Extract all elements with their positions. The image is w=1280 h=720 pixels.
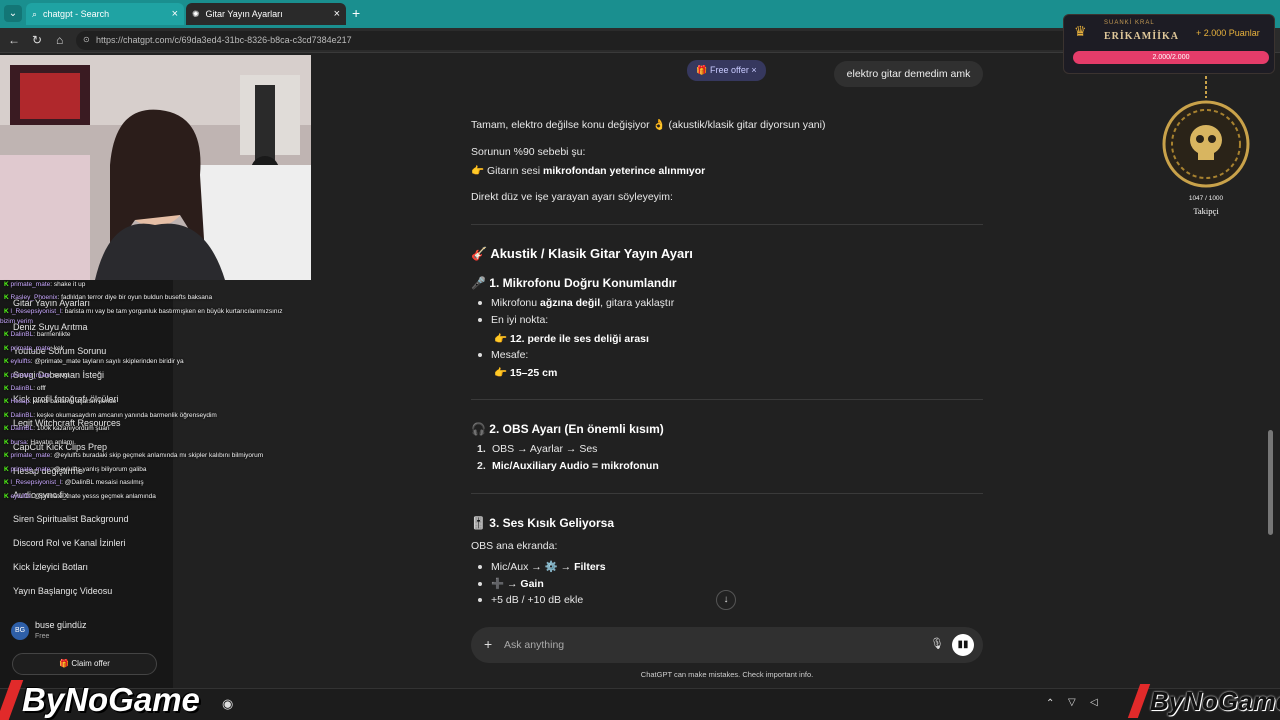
tab-menu-button[interactable]: ⌄ bbox=[4, 5, 22, 22]
chatgpt-icon: ✺ bbox=[192, 8, 200, 19]
url-text: https://chatgpt.com/c/69da3ed4-31bc-8326… bbox=[96, 35, 352, 45]
sidebar-item[interactable]: Legit Witchcraft Resources bbox=[13, 418, 121, 428]
follower-count: 1047 / 1000 bbox=[1188, 195, 1224, 202]
sidebar-item[interactable]: Deniz Suyu Arıtma bbox=[13, 322, 88, 332]
gift-icon: 🎁 bbox=[59, 659, 72, 668]
list-item: +5 dB / +10 dB ekle bbox=[478, 594, 583, 606]
list-item: En iyi nokta: bbox=[478, 314, 548, 326]
bullet-icon bbox=[478, 318, 482, 323]
list-item: 2. Mic/Auxiliary Audio = mikrofonun bbox=[477, 460, 659, 472]
divider bbox=[471, 224, 983, 225]
bynogame-logo-right: ByNoGame bbox=[1150, 686, 1280, 716]
section-title: 🎸 Akustik / Klasik Gitar Yayın Ayarı bbox=[471, 246, 693, 261]
free-offer-badge[interactable]: 🎁 Free offer × bbox=[687, 60, 766, 81]
scroll-down-button[interactable]: ↓ bbox=[716, 590, 736, 610]
gift-icon: 🎁 bbox=[696, 65, 711, 75]
bullet-icon bbox=[478, 565, 482, 570]
list-item: Mesafe: bbox=[478, 349, 528, 361]
sidebar-item[interactable]: Audio sync fix bbox=[13, 490, 69, 500]
top-supporter-alert: ♛ SUANKİ KRAL ERİKAMİİKA + 2.000 Puanlar… bbox=[1063, 14, 1275, 74]
sidebar-item[interactable]: Yayın Başlangıç Videosu bbox=[13, 586, 112, 596]
sidebar-item[interactable]: Sevgi Doberman İsteği bbox=[13, 370, 104, 380]
list-subitem: 👉 15–25 cm bbox=[494, 367, 558, 379]
search-icon: ⌕ bbox=[32, 8, 38, 19]
alert-points: + 2.000 Puanlar bbox=[1196, 28, 1260, 38]
close-icon[interactable]: × bbox=[172, 8, 178, 20]
tab-label: Gitar Yayın Ayarları bbox=[205, 9, 283, 19]
close-icon[interactable]: × bbox=[749, 65, 756, 75]
progress-text: 2.000/2.000 bbox=[1152, 54, 1190, 61]
step-1-title: 🎤 1. Mikrofonu Doğru Konumlandır bbox=[471, 276, 677, 290]
free-offer-label: Free offer bbox=[710, 65, 749, 75]
bullet-icon bbox=[478, 582, 482, 587]
main-scrollbar[interactable] bbox=[1268, 430, 1273, 535]
list-subitem: 👉 12. perde ile ses deliği arası bbox=[494, 333, 649, 345]
divider bbox=[471, 493, 983, 494]
close-icon[interactable]: × bbox=[334, 8, 340, 20]
sidebar-item[interactable]: Hesap değiştirme bbox=[13, 466, 83, 476]
chrome-app-icon[interactable]: ◉ bbox=[222, 696, 233, 712]
plus-icon[interactable]: + bbox=[484, 636, 492, 652]
claim-offer-label: Claim offer bbox=[71, 659, 110, 668]
reload-icon[interactable]: ↻ bbox=[32, 33, 42, 47]
crown-icon: ♛ bbox=[1074, 23, 1087, 39]
tab-gitar-yayin-ayarlari[interactable]: ✺ Gitar Yayın Ayarları × bbox=[186, 3, 346, 25]
obs-intro: OBS ana ekranda: bbox=[471, 540, 558, 552]
sidebar-item[interactable]: CapCut Kick Clips Prep bbox=[13, 442, 107, 452]
bullet-icon bbox=[478, 353, 482, 358]
sidebar-item[interactable]: Siren Spiritualist Background bbox=[13, 514, 129, 524]
sidebar-item[interactable]: Discord Rol ve Kanal İzinleri bbox=[13, 538, 126, 548]
url-field[interactable]: ⊙ https://chatgpt.com/c/69da3ed4-31bc-83… bbox=[76, 31, 1076, 50]
divider bbox=[471, 399, 983, 400]
microphone-icon[interactable]: 🎙 bbox=[930, 637, 944, 650]
list-item: 1. OBS → Ayarlar → Ses bbox=[477, 443, 598, 455]
sidebar-item[interactable]: Kick İzleyici Botları bbox=[13, 562, 88, 572]
bullet-icon bbox=[478, 598, 482, 603]
message-composer: + 🎙 ▮▮ bbox=[471, 627, 983, 663]
follower-label: Takipçi bbox=[1193, 206, 1219, 216]
sidebar-item[interactable]: Kick profil fotoğrafı ölçüleri bbox=[13, 394, 119, 404]
alert-title: SUANKİ KRAL bbox=[1104, 20, 1155, 26]
sidebar-item[interactable]: Youtube Sorum Sorunu bbox=[13, 346, 106, 356]
direct-line: Direkt düz ve işe yarayan ayarı söyleyey… bbox=[471, 191, 673, 203]
avatar: BG bbox=[11, 622, 29, 640]
voice-mode-button[interactable]: ▮▮ bbox=[952, 634, 974, 656]
alert-name: ERİKAMİİKA bbox=[1104, 31, 1180, 42]
reason-line: Sorunun %90 sebebi şu: bbox=[471, 146, 586, 158]
disclaimer-text: ChatGPT can make mistakes. Check importa… bbox=[640, 670, 814, 679]
chevron-up-icon[interactable]: ⌃ bbox=[1046, 698, 1054, 709]
user-name: buse gündüz bbox=[35, 620, 87, 630]
points-progress: 2.000/2.000 bbox=[1073, 51, 1269, 64]
back-icon[interactable]: ← bbox=[8, 33, 20, 47]
tab-label: chatgpt - Search bbox=[43, 9, 110, 19]
volume-icon[interactable]: ◁ bbox=[1090, 697, 1098, 708]
wifi-icon[interactable]: ▽ bbox=[1068, 697, 1076, 708]
tab-chatgpt-search[interactable]: ⌕ chatgpt - Search × bbox=[26, 3, 184, 25]
assistant-intro: Tamam, elektro değilse konu değişiyor 👌 … bbox=[471, 119, 826, 131]
prompt-input[interactable] bbox=[504, 636, 904, 654]
user-message: elektro gitar demedim amk bbox=[834, 61, 983, 87]
new-tab-button[interactable]: + bbox=[352, 5, 360, 21]
list-item: Mikrofonu ağzına değil, gitara yaklaştır bbox=[478, 297, 674, 309]
list-item: ➕ → Gain bbox=[478, 577, 544, 590]
bynogame-logo: ByNoGame bbox=[22, 681, 200, 718]
claim-offer-button[interactable]: 🎁 Claim offer bbox=[12, 653, 157, 675]
skull-medallion-icon bbox=[1162, 76, 1250, 188]
list-item: Mic/Aux → ⚙️ → Filters bbox=[478, 560, 606, 573]
sidebar-item[interactable]: Gitar Yayın Ayarları bbox=[13, 298, 90, 308]
step-3-title: 🎚️ 3. Ses Kısık Geliyorsa bbox=[471, 516, 615, 530]
home-icon[interactable]: ⌂ bbox=[56, 33, 63, 47]
user-plan: Free bbox=[35, 633, 50, 640]
reason-detail: 👉 Gitarın sesi mikrofondan yeterince alı… bbox=[471, 165, 706, 177]
arrow-down-icon: ↓ bbox=[723, 594, 729, 605]
step-2-title: 🎧 2. OBS Ayarı (En önemli kısım) bbox=[471, 422, 664, 436]
webcam-image bbox=[0, 55, 311, 280]
bullet-icon bbox=[478, 301, 482, 306]
site-info-icon[interactable]: ⊙ bbox=[83, 35, 90, 44]
webcam-feed bbox=[0, 55, 311, 280]
